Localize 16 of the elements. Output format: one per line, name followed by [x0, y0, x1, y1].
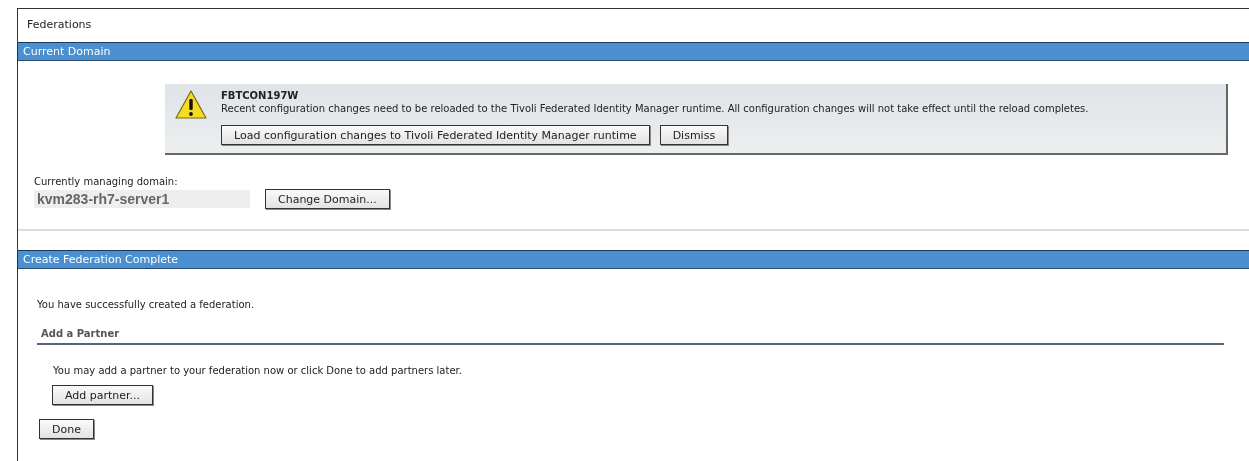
- add-partner-button[interactable]: Add partner...: [52, 385, 154, 405]
- partner-instructions: You may add a partner to your federation now or click Done to add partners later.: [53, 365, 462, 376]
- domain-label: Currently managing domain:: [34, 176, 179, 187]
- warning-icon: [175, 90, 207, 120]
- done-button[interactable]: Done: [39, 419, 94, 439]
- subsection-title: Add a Partner: [37, 328, 1224, 345]
- load-changes-button[interactable]: Load configuration changes to Tivoli Federated Identity Manager runtime: [221, 125, 650, 145]
- domain-value: kvm283-rh7-server1: [34, 190, 250, 208]
- success-message: You have successfully created a federation.: [37, 299, 255, 310]
- change-domain-button[interactable]: Change Domain...: [265, 189, 390, 209]
- page-title: Federations: [26, 17, 93, 33]
- section-header: Create Federation Complete: [18, 250, 1249, 269]
- warning-code: FBTCON197W: [221, 90, 300, 101]
- section-header: Current Domain: [18, 42, 1249, 61]
- warning-message: Recent configuration changes need to be reloaded to the Tivoli Federated Identity Manager runtime. All configuration changes will not take effect until the reload completes.: [221, 103, 1089, 114]
- dismiss-button[interactable]: Dismiss: [659, 125, 729, 145]
